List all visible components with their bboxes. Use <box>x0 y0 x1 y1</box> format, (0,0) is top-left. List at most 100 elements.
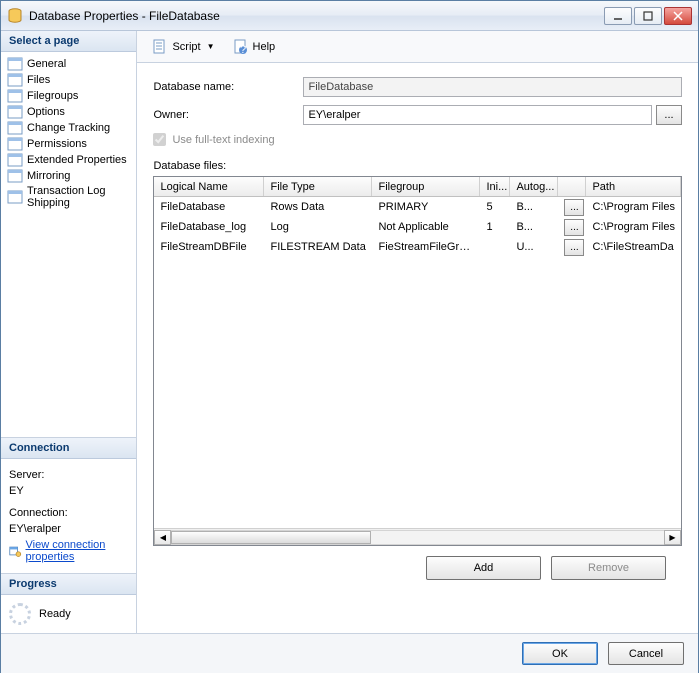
pages-list: General Files Filegroups Options Change … <box>1 52 136 214</box>
files-grid: Logical Name File Type Filegroup Ini... … <box>153 176 682 546</box>
page-transaction-log-shipping[interactable]: Transaction Log Shipping <box>3 184 134 210</box>
main-pane: Script ▼ ? Help Database name: Owner: ..… <box>137 31 698 633</box>
autogrowth-button[interactable]: ... <box>564 219 584 236</box>
page-label: General <box>27 58 66 70</box>
page-label: Transaction Log Shipping <box>27 185 130 209</box>
minimize-button[interactable] <box>604 7 632 25</box>
page-icon <box>7 137 23 151</box>
progress-section: Progress Ready <box>1 573 136 633</box>
col-path[interactable]: Path <box>586 177 681 196</box>
page-label: Files <box>27 74 50 86</box>
horizontal-scrollbar[interactable]: ◀ ▶ <box>154 528 681 545</box>
page-filegroups[interactable]: Filegroups <box>3 88 134 104</box>
scroll-right-button[interactable]: ▶ <box>664 530 681 545</box>
view-connection-properties-link[interactable]: View connection properties <box>26 539 129 563</box>
dialog-footer: OK Cancel <box>1 633 698 673</box>
progress-header: Progress <box>1 574 136 595</box>
connection-section: Connection Server: EY Connection: EY\era… <box>1 437 136 573</box>
script-label: Script <box>172 41 200 53</box>
fulltext-label: Use full-text indexing <box>172 134 274 146</box>
cell-path: C:\Program Files <box>586 199 681 215</box>
page-files[interactable]: Files <box>3 72 134 88</box>
table-row[interactable]: FileDatabase_log Log Not Applicable 1 B.… <box>154 217 681 237</box>
close-button[interactable] <box>664 7 692 25</box>
cell-ini <box>480 245 510 249</box>
cell-path: C:\FileStreamDa <box>586 239 681 255</box>
add-button[interactable]: Add <box>426 556 541 580</box>
chevron-down-icon: ▼ <box>207 42 215 51</box>
page-icon <box>7 73 23 87</box>
table-row[interactable]: FileStreamDBFile FILESTREAM Data FieStre… <box>154 237 681 257</box>
database-icon <box>7 8 23 24</box>
page-label: Filegroups <box>27 90 78 102</box>
page-mirroring[interactable]: Mirroring <box>3 168 134 184</box>
page-label: Permissions <box>27 138 87 150</box>
page-options[interactable]: Options <box>3 104 134 120</box>
database-name-field <box>303 77 682 97</box>
autogrowth-button[interactable]: ... <box>564 199 584 216</box>
cell-autog: B... <box>510 199 558 215</box>
help-label: Help <box>253 41 276 53</box>
col-logical-name[interactable]: Logical Name <box>154 177 264 196</box>
page-icon <box>7 105 23 119</box>
cell-ini: 5 <box>480 199 510 215</box>
server-label: Server: <box>9 469 128 481</box>
fulltext-checkbox <box>153 133 166 146</box>
connection-value: EY\eralper <box>9 523 128 535</box>
cell-type: FILESTREAM Data <box>264 239 372 255</box>
owner-browse-button[interactable]: ... <box>656 105 682 125</box>
page-extended-properties[interactable]: Extended Properties <box>3 152 134 168</box>
page-icon <box>7 89 23 103</box>
remove-button[interactable]: Remove <box>551 556 666 580</box>
sidebar: Select a page General Files Filegroups O… <box>1 31 137 633</box>
cell-name: FileDatabase <box>154 199 264 215</box>
maximize-button[interactable] <box>634 7 662 25</box>
page-general[interactable]: General <box>3 56 134 72</box>
col-autogrowth-btn[interactable] <box>558 177 586 196</box>
cell-path: C:\Program Files <box>586 219 681 235</box>
help-icon: ? <box>233 39 249 55</box>
scroll-left-button[interactable]: ◀ <box>154 530 171 545</box>
col-initial-size[interactable]: Ini... <box>480 177 510 196</box>
cell-name: FileStreamDBFile <box>154 239 264 255</box>
help-button[interactable]: ? Help <box>226 36 283 58</box>
connection-label: Connection: <box>9 507 128 519</box>
title-bar: Database Properties - FileDatabase <box>1 1 698 31</box>
col-filegroup[interactable]: Filegroup <box>372 177 480 196</box>
page-icon <box>7 153 23 167</box>
cell-name: FileDatabase_log <box>154 219 264 235</box>
cell-ini: 1 <box>480 219 510 235</box>
script-icon <box>152 39 168 55</box>
page-icon <box>7 190 23 204</box>
database-files-label: Database files: <box>153 160 682 172</box>
autogrowth-button[interactable]: ... <box>564 239 584 256</box>
window-controls <box>604 7 692 25</box>
server-value: EY <box>9 485 128 497</box>
page-label: Change Tracking <box>27 122 110 134</box>
col-autogrowth[interactable]: Autog... <box>510 177 558 196</box>
window-title: Database Properties - FileDatabase <box>29 9 604 23</box>
cell-autog: U... <box>510 239 558 255</box>
properties-icon <box>9 544 22 558</box>
page-label: Extended Properties <box>27 154 127 166</box>
pages-header: Select a page <box>1 31 136 52</box>
cell-type: Log <box>264 219 372 235</box>
cell-type: Rows Data <box>264 199 372 215</box>
cancel-button[interactable]: Cancel <box>608 642 684 665</box>
col-file-type[interactable]: File Type <box>264 177 372 196</box>
progress-status: Ready <box>39 608 71 620</box>
scroll-thumb[interactable] <box>171 531 371 544</box>
page-change-tracking[interactable]: Change Tracking <box>3 120 134 136</box>
page-label: Mirroring <box>27 170 70 182</box>
cell-filegroup: FieStreamFileGroup <box>372 239 480 255</box>
toolbar: Script ▼ ? Help <box>137 31 698 63</box>
table-row[interactable]: FileDatabase Rows Data PRIMARY 5 B... ..… <box>154 197 681 217</box>
cell-autog: B... <box>510 219 558 235</box>
scroll-track[interactable] <box>171 530 664 545</box>
owner-field[interactable] <box>303 105 652 125</box>
database-name-label: Database name: <box>153 81 303 93</box>
ok-button[interactable]: OK <box>522 642 598 665</box>
script-button[interactable]: Script ▼ <box>145 36 221 58</box>
cell-filegroup: PRIMARY <box>372 199 480 215</box>
page-permissions[interactable]: Permissions <box>3 136 134 152</box>
